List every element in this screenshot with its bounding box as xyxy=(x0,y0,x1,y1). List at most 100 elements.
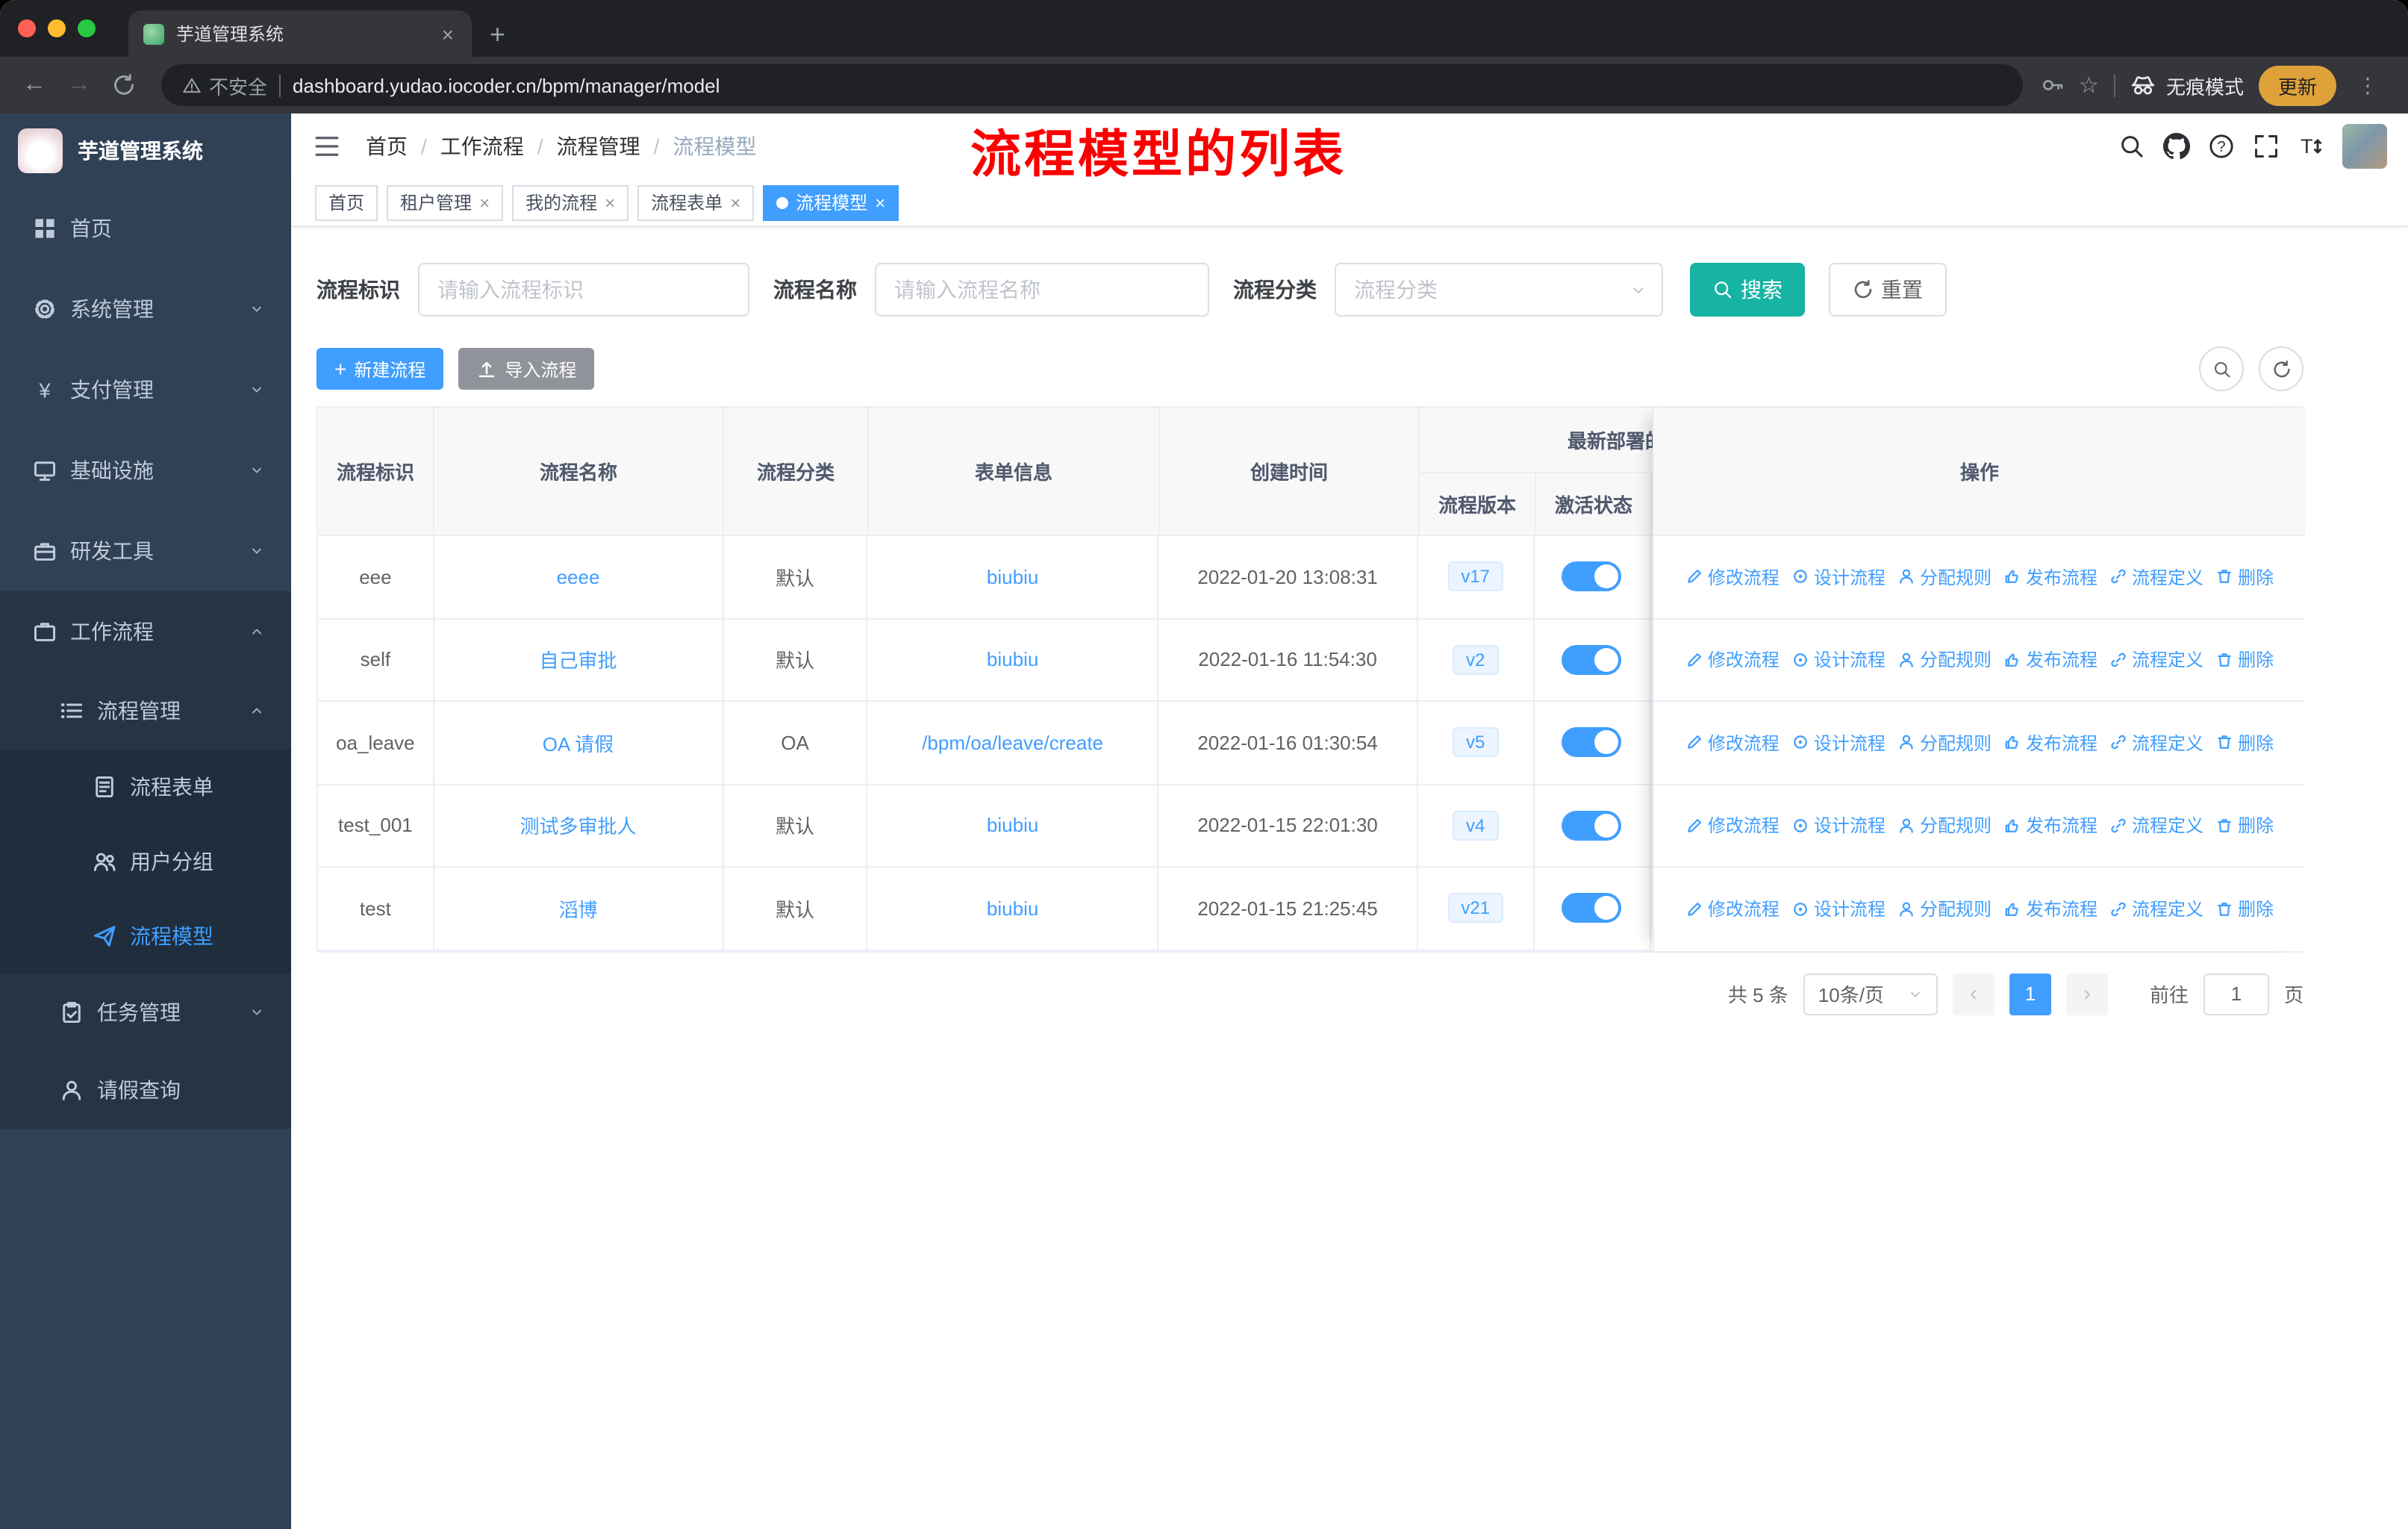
action-design[interactable]: 设计流程 xyxy=(1791,564,1885,590)
action-design[interactable]: 设计流程 xyxy=(1791,647,1885,673)
sidebar-collapse-icon[interactable] xyxy=(312,131,342,161)
process-name-link[interactable]: eeee xyxy=(557,566,600,588)
breadcrumb-home[interactable]: 首页 xyxy=(366,131,408,161)
process-name-input[interactable] xyxy=(875,263,1209,317)
tag-process-form[interactable]: 流程表单 × xyxy=(637,184,755,220)
sidebar-item-infra[interactable]: 基础设施 xyxy=(0,430,291,511)
sidebar-item-leave-query[interactable]: 请假查询 xyxy=(0,1051,291,1129)
action-edit[interactable]: 修改流程 xyxy=(1685,813,1780,838)
breadcrumb-process-mgmt[interactable]: 流程管理 xyxy=(557,131,640,161)
sidebar-item-process-model[interactable]: 流程模型 xyxy=(0,899,291,974)
window-zoom-button[interactable] xyxy=(78,19,96,37)
active-toggle[interactable] xyxy=(1562,893,1622,924)
tag-home[interactable]: 首页 xyxy=(315,184,378,220)
avatar[interactable] xyxy=(2342,124,2387,169)
tag-my-process[interactable]: 我的流程 × xyxy=(512,184,629,220)
action-delete[interactable]: 删除 xyxy=(2215,564,2274,590)
window-minimize-button[interactable] xyxy=(48,19,66,37)
chrome-update-button[interactable]: 更新 xyxy=(2258,65,2336,105)
action-design[interactable]: 设计流程 xyxy=(1791,813,1885,838)
create-process-button[interactable]: + 新建流程 xyxy=(316,348,444,390)
version-badge[interactable]: v5 xyxy=(1452,727,1499,758)
search-icon[interactable] xyxy=(2118,133,2145,160)
password-key-icon[interactable] xyxy=(2040,73,2064,97)
close-icon[interactable]: × xyxy=(605,192,615,213)
action-assign-rule[interactable]: 分配规则 xyxy=(1897,813,1991,838)
action-delete[interactable]: 删除 xyxy=(2215,730,2274,756)
goto-page-input[interactable] xyxy=(2203,973,2269,1015)
window-close-button[interactable] xyxy=(18,19,36,37)
bookmark-star-icon[interactable]: ☆ xyxy=(2079,72,2099,99)
font-size-icon[interactable] xyxy=(2298,133,2324,160)
prev-page-button[interactable]: ‹ xyxy=(1952,973,1994,1015)
active-toggle[interactable] xyxy=(1562,644,1622,675)
action-assign-rule[interactable]: 分配规则 xyxy=(1897,730,1991,756)
action-assign-rule[interactable]: 分配规则 xyxy=(1897,564,1991,590)
action-delete[interactable]: 删除 xyxy=(2215,813,2274,838)
sidebar-item-user-group[interactable]: 用户分组 xyxy=(0,824,291,899)
page-size-select[interactable]: 10条/页 xyxy=(1803,973,1938,1015)
process-category-select[interactable]: 流程分类 xyxy=(1335,263,1663,317)
browser-tab[interactable]: 芋道管理系统 × xyxy=(128,10,472,57)
action-definition[interactable]: 流程定义 xyxy=(2109,897,2203,922)
action-delete[interactable]: 删除 xyxy=(2215,647,2274,673)
action-definition[interactable]: 流程定义 xyxy=(2109,564,2203,590)
forward-button[interactable]: → xyxy=(60,72,99,99)
process-name-link[interactable]: 测试多审批人 xyxy=(520,812,636,840)
import-process-button[interactable]: 导入流程 xyxy=(458,348,595,390)
action-publish[interactable]: 发布流程 xyxy=(2003,564,2097,590)
process-name-link[interactable]: OA 请假 xyxy=(543,729,614,757)
process-name-link[interactable]: 滔博 xyxy=(558,894,597,923)
show-search-button[interactable] xyxy=(2199,346,2244,391)
action-definition[interactable]: 流程定义 xyxy=(2109,647,2203,673)
action-publish[interactable]: 发布流程 xyxy=(2003,730,2097,756)
version-badge[interactable]: v21 xyxy=(1447,893,1504,924)
address-bar[interactable]: 不安全 dashboard.yudao.iocoder.cn/bpm/manag… xyxy=(161,64,2023,106)
action-edit[interactable]: 修改流程 xyxy=(1685,564,1780,590)
action-edit[interactable]: 修改流程 xyxy=(1685,647,1780,673)
action-edit[interactable]: 修改流程 xyxy=(1685,730,1780,756)
action-design[interactable]: 设计流程 xyxy=(1791,897,1885,922)
help-icon[interactable] xyxy=(2208,133,2235,160)
sidebar-item-payment[interactable]: 支付管理 xyxy=(0,349,291,430)
sidebar-item-devtools[interactable]: 研发工具 xyxy=(0,511,291,591)
process-id-input[interactable] xyxy=(418,263,749,317)
refresh-table-button[interactable] xyxy=(2259,346,2303,391)
form-link[interactable]: biubiu xyxy=(987,649,1038,671)
security-indicator[interactable]: 不安全 xyxy=(182,71,267,99)
page-number-current[interactable]: 1 xyxy=(2009,973,2051,1015)
github-icon[interactable] xyxy=(2163,133,2190,160)
action-design[interactable]: 设计流程 xyxy=(1791,730,1885,756)
sidebar-item-home[interactable]: 首页 xyxy=(0,188,291,269)
sidebar-item-system[interactable]: 系统管理 xyxy=(0,269,291,349)
reset-button[interactable]: 重置 xyxy=(1829,263,1947,317)
back-button[interactable]: ← xyxy=(15,72,54,99)
action-assign-rule[interactable]: 分配规则 xyxy=(1897,647,1991,673)
form-link[interactable]: biubiu xyxy=(987,815,1038,837)
action-assign-rule[interactable]: 分配规则 xyxy=(1897,897,1991,922)
close-icon[interactable]: × xyxy=(730,192,740,213)
form-link[interactable]: /bpm/oa/leave/create xyxy=(922,732,1103,754)
search-button[interactable]: 搜索 xyxy=(1690,263,1805,317)
version-badge[interactable]: v2 xyxy=(1452,644,1499,675)
close-icon[interactable]: × xyxy=(479,192,490,213)
action-definition[interactable]: 流程定义 xyxy=(2109,813,2203,838)
breadcrumb-workflow[interactable]: 工作流程 xyxy=(440,131,524,161)
action-publish[interactable]: 发布流程 xyxy=(2003,813,2097,838)
active-toggle[interactable] xyxy=(1562,810,1622,841)
close-icon[interactable]: × xyxy=(875,192,885,213)
action-delete[interactable]: 删除 xyxy=(2215,897,2274,922)
sidebar-item-workflow[interactable]: 工作流程 xyxy=(0,591,291,672)
active-toggle[interactable] xyxy=(1562,561,1622,592)
active-toggle[interactable] xyxy=(1562,727,1622,758)
next-page-button[interactable]: › xyxy=(2065,973,2108,1015)
version-badge[interactable]: v4 xyxy=(1452,810,1499,841)
action-edit[interactable]: 修改流程 xyxy=(1685,897,1780,922)
reload-button[interactable] xyxy=(112,73,136,97)
tag-tenant[interactable]: 租户管理 × xyxy=(387,184,504,220)
sidebar-item-process-mgmt[interactable]: 流程管理 xyxy=(0,672,291,750)
process-name-link[interactable]: 自己审批 xyxy=(539,646,617,674)
fullscreen-icon[interactable] xyxy=(2253,133,2280,160)
action-publish[interactable]: 发布流程 xyxy=(2003,647,2097,673)
browser-menu-icon[interactable]: ⋮ xyxy=(2351,72,2384,98)
